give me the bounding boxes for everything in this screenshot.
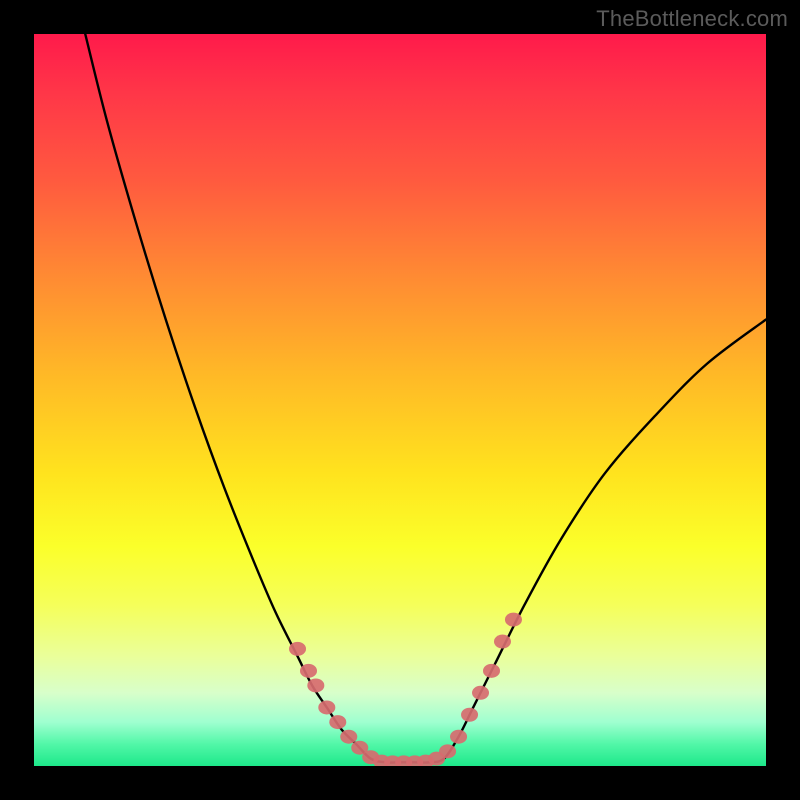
marker-dot [483, 664, 500, 678]
marker-dot [307, 678, 324, 692]
marker-dot [450, 730, 467, 744]
marker-dot [340, 730, 357, 744]
data-markers [289, 613, 522, 766]
marker-dot [494, 635, 511, 649]
marker-dot [505, 613, 522, 627]
marker-dot [289, 642, 306, 656]
marker-dot [439, 744, 456, 758]
chart-frame: TheBottleneck.com [0, 0, 800, 800]
bottleneck-curve [85, 34, 766, 763]
watermark-text: TheBottleneck.com [596, 6, 788, 32]
curve-path [85, 34, 766, 763]
marker-dot [472, 686, 489, 700]
plot-area [34, 34, 766, 766]
marker-dot [329, 715, 346, 729]
marker-dot [461, 708, 478, 722]
marker-dot [300, 664, 317, 678]
marker-dot [318, 700, 335, 714]
curve-layer [34, 34, 766, 766]
